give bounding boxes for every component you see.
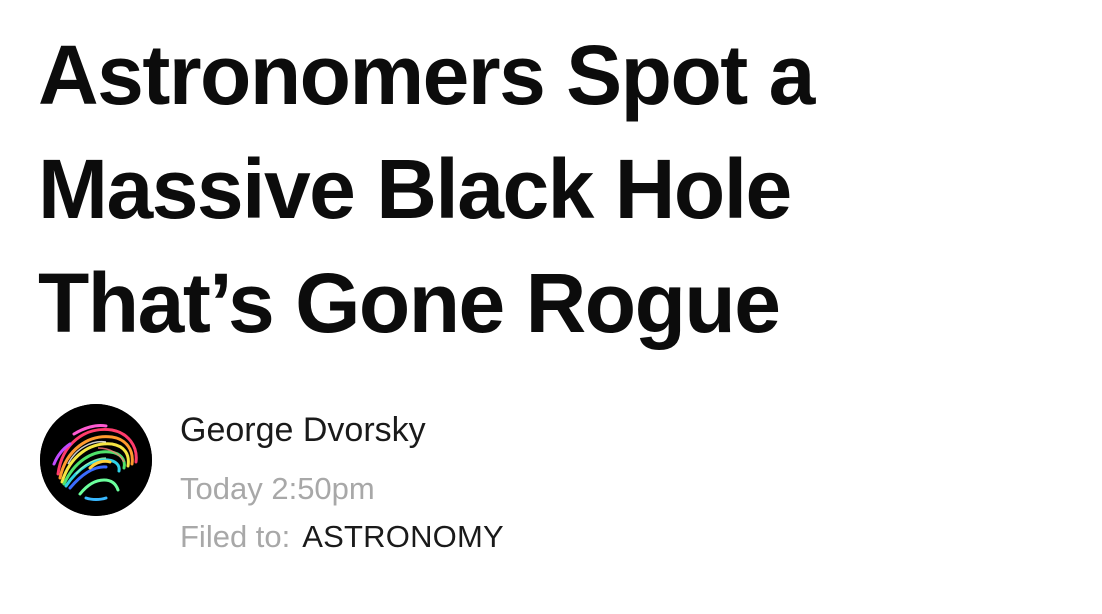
article-headline: Astronomers Spot a Massive Black Hole Th… — [38, 18, 898, 360]
headline-line-1: Astronomers Spot a — [38, 28, 815, 122]
filed-to-label: Filed to: — [180, 519, 291, 554]
headline-line-3: That’s Gone Rogue — [38, 256, 781, 350]
byline: George Dvorsky Today 2:50pm Filed to: AST… — [40, 404, 660, 574]
author-name-link[interactable]: George Dvorsky — [180, 410, 426, 450]
author-avatar[interactable] — [40, 404, 152, 516]
headline-line-2: Massive Black Hole — [38, 142, 792, 236]
filed-to: Filed to: ASTRONOMY — [180, 518, 504, 556]
publish-timestamp[interactable]: Today 2:50pm — [180, 470, 375, 508]
category-tag-link[interactable]: ASTRONOMY — [302, 519, 504, 554]
brain-avatar-icon — [40, 404, 152, 516]
